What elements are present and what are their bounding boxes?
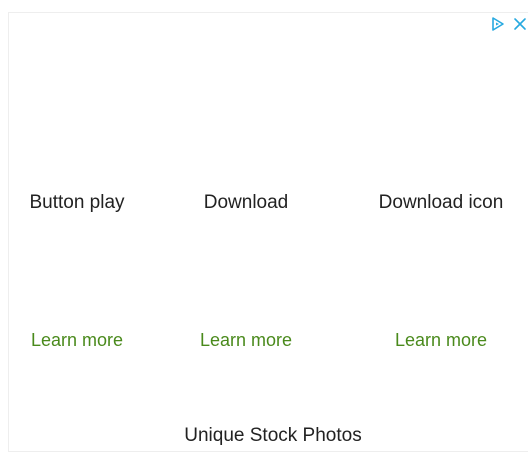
ad-item-title-download[interactable]: Download xyxy=(186,192,306,214)
ad-item-title-download-icon[interactable]: Download icon xyxy=(360,192,522,214)
ad-frame xyxy=(8,12,528,452)
adchoices-play-icon-svg xyxy=(492,17,504,31)
close-icon[interactable] xyxy=(512,15,528,33)
learn-more-link[interactable]: Learn more xyxy=(360,330,522,351)
learn-more-link[interactable]: Learn more xyxy=(17,330,137,351)
ad-controls xyxy=(484,14,528,34)
ad-item-title-button-play[interactable]: Button play xyxy=(17,192,137,214)
ad-footer-title[interactable]: Unique Stock Photos xyxy=(0,425,528,447)
close-icon-svg xyxy=(514,18,526,30)
adchoices-play-icon[interactable] xyxy=(490,15,506,33)
learn-more-link[interactable]: Learn more xyxy=(186,330,306,351)
